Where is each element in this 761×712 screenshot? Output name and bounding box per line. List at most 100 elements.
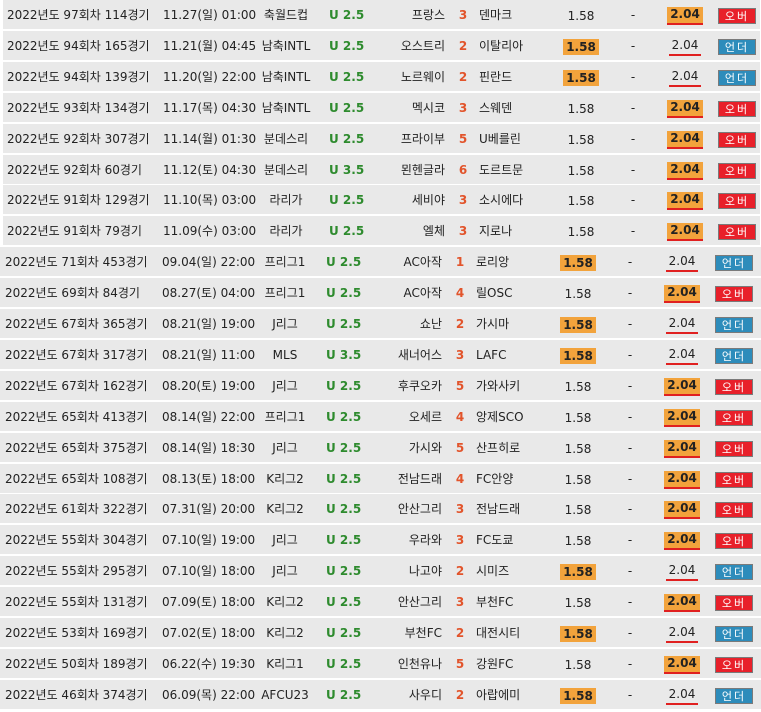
over-odds: 2.04 bbox=[664, 649, 700, 679]
table-row[interactable]: 2022년도 94회차 165경기 11.21(월) 04:45 남축INTL U 2… bbox=[3, 31, 760, 61]
table-row[interactable]: 2022년도 65회차 375경기 08.14(일) 18:30 J리그 U 2.5 가… bbox=[0, 433, 761, 463]
result-badge-over[interactable]: 오버 bbox=[715, 656, 753, 673]
table-row[interactable]: 2022년도 93회차 134경기 11.17(목) 04:30 남축INTL U 2… bbox=[3, 93, 760, 123]
round-label: 2022년도 92회차 307경기 bbox=[7, 132, 150, 146]
result-badge-over[interactable]: 오버 bbox=[715, 594, 753, 611]
table-row[interactable]: 2022년도 46회차 374경기 06.09(목) 22:00 AFCU23 U 2… bbox=[0, 680, 761, 710]
total-goals: 3 bbox=[455, 595, 465, 609]
home-team: 세비야 bbox=[411, 193, 445, 207]
under-odds-value: 1.58 bbox=[560, 316, 596, 333]
away-team: 덴마크 bbox=[479, 8, 513, 22]
result-cell: 오버 bbox=[712, 649, 756, 679]
table-row[interactable]: 2022년도 92회차 60경기 11.12(토) 04:30 분데스리 U 3.5 묀… bbox=[3, 155, 760, 185]
under-odds-value: 1.58 bbox=[567, 101, 595, 116]
result-badge-over[interactable]: 오버 bbox=[718, 162, 756, 179]
draw-odds-placeholder: - bbox=[630, 39, 636, 53]
result-badge-under[interactable]: 언더 bbox=[718, 38, 756, 55]
result-badge-over[interactable]: 오버 bbox=[718, 7, 756, 24]
away-team: 핀란드 bbox=[479, 70, 513, 84]
result-badge-under[interactable]: 언더 bbox=[715, 625, 753, 642]
result-badge-over[interactable]: 오버 bbox=[715, 501, 753, 518]
away-team: 도르트문 bbox=[479, 163, 524, 177]
under-odds: 1.58 bbox=[563, 155, 599, 185]
total-goals: 4 bbox=[455, 472, 465, 486]
home-team: 멕시코 bbox=[411, 101, 445, 115]
result-badge-over[interactable]: 오버 bbox=[718, 192, 756, 209]
under-odds: 1.58 bbox=[560, 649, 596, 679]
table-row[interactable]: 2022년도 67회차 162경기 08.20(토) 19:00 J리그 U 2.5 후… bbox=[0, 371, 761, 401]
over-under-line: U 2.5 bbox=[329, 101, 365, 115]
league-name: 분데스리 bbox=[263, 132, 309, 146]
away-team: 가시마 bbox=[476, 317, 510, 331]
over-odds: 2.04 bbox=[664, 494, 700, 524]
table-row[interactable]: 2022년도 91회차 79경기 11.09(수) 03:00 라리가 U 2.5 엘체… bbox=[3, 216, 760, 246]
over-odds: 2.04 bbox=[664, 278, 700, 308]
under-odds-value: 1.58 bbox=[567, 163, 595, 178]
league-name: 라리가 bbox=[269, 224, 303, 238]
result-badge-over[interactable]: 오버 bbox=[715, 532, 753, 549]
home-team: 전남드래 bbox=[397, 472, 442, 486]
table-row[interactable]: 2022년도 94회차 139경기 11.20(일) 22:00 남축INTL U 2… bbox=[3, 62, 760, 92]
result-badge-under[interactable]: 언더 bbox=[715, 316, 753, 333]
over-odds-value: 2.04 bbox=[665, 563, 699, 581]
table-row[interactable]: 2022년도 53회차 169경기 07.02(토) 18:00 K리그2 U 2.5… bbox=[0, 618, 761, 648]
table-row[interactable]: 2022년도 50회차 189경기 06.22(수) 19:30 K리그1 U 2.5… bbox=[0, 649, 761, 679]
over-odds-value: 2.04 bbox=[667, 161, 703, 180]
round-label: 2022년도 55회차 295경기 bbox=[5, 564, 148, 578]
table-row[interactable]: 2022년도 67회차 317경기 08.21(일) 11:00 MLS U 3.5 새… bbox=[0, 340, 761, 370]
under-odds: 1.58 bbox=[563, 31, 599, 61]
over-odds-value: 2.04 bbox=[664, 531, 700, 550]
under-odds: 1.58 bbox=[563, 62, 599, 92]
table-row[interactable]: 2022년도 92회차 307경기 11.14(월) 01:30 분데스리 U 2.5… bbox=[3, 124, 760, 154]
result-badge-over[interactable]: 오버 bbox=[715, 409, 753, 426]
result-badge-over[interactable]: 오버 bbox=[718, 131, 756, 148]
result-badge-over[interactable]: 오버 bbox=[718, 100, 756, 117]
under-odds-value: 1.58 bbox=[567, 132, 595, 147]
result-badge-over[interactable]: 오버 bbox=[715, 285, 753, 302]
result-badge-under[interactable]: 언더 bbox=[715, 254, 753, 271]
away-team: LAFC bbox=[476, 348, 507, 362]
under-odds-value: 1.58 bbox=[564, 533, 592, 548]
draw-odds-placeholder: - bbox=[627, 688, 633, 702]
result-badge-under[interactable]: 언더 bbox=[715, 347, 753, 364]
home-team: 후쿠오카 bbox=[397, 379, 442, 393]
result-badge-over[interactable]: 오버 bbox=[715, 471, 753, 488]
over-under-line: U 2.5 bbox=[326, 626, 362, 640]
league-name: J리그 bbox=[272, 317, 298, 331]
result-cell: 오버 bbox=[715, 185, 759, 215]
table-row[interactable]: 2022년도 61회차 322경기 07.31(일) 20:00 K리그2 U 2.5… bbox=[0, 494, 761, 524]
result-badge-over[interactable]: 오버 bbox=[715, 378, 753, 395]
table-row[interactable]: 2022년도 65회차 108경기 08.13(토) 18:00 K리그2 U 2.5… bbox=[0, 464, 761, 494]
draw-odds-placeholder: - bbox=[630, 101, 636, 115]
table-row[interactable]: 2022년도 91회차 129경기 11.10(목) 03:00 라리가 U 2.5 세… bbox=[3, 185, 760, 215]
table-row[interactable]: 2022년도 71회차 453경기 09.04(일) 22:00 프리그1 U 2.5… bbox=[0, 247, 761, 277]
table-row[interactable]: 2022년도 55회차 131경기 07.09(토) 18:00 K리그2 U 2.5… bbox=[0, 587, 761, 617]
result-cell: 오버 bbox=[715, 93, 759, 123]
under-odds-value: 1.58 bbox=[564, 657, 592, 672]
result-badge-over[interactable]: 오버 bbox=[715, 440, 753, 457]
home-team: 묀헨글라 bbox=[400, 163, 445, 177]
table-row[interactable]: 2022년도 97회차 114경기 11.27(일) 01:00 축월드컵 U 2.5… bbox=[3, 0, 760, 30]
table-row[interactable]: 2022년도 65회차 413경기 08.14(일) 22:00 프리그1 U 2.5… bbox=[0, 402, 761, 432]
result-badge-under[interactable]: 언더 bbox=[715, 563, 753, 580]
over-under-line: U 2.5 bbox=[326, 533, 362, 547]
league-name: 라리가 bbox=[269, 193, 303, 207]
draw-odds-placeholder: - bbox=[627, 317, 633, 331]
under-odds-value: 1.58 bbox=[564, 441, 592, 456]
round-label: 2022년도 71회차 453경기 bbox=[5, 255, 148, 269]
table-row[interactable]: 2022년도 67회차 365경기 08.21(일) 19:00 J리그 U 2.5 쇼… bbox=[0, 309, 761, 339]
home-team: 새너어스 bbox=[397, 348, 442, 362]
table-row[interactable]: 2022년도 69회차 84경기 08.27(토) 04:00 프리그1 U 2.5 A… bbox=[0, 278, 761, 308]
result-badge-over[interactable]: 오버 bbox=[718, 223, 756, 240]
total-goals: 3 bbox=[455, 533, 465, 547]
draw-odds-placeholder: - bbox=[630, 163, 636, 177]
total-goals: 3 bbox=[458, 224, 468, 238]
home-team: 안산그리 bbox=[397, 502, 442, 516]
draw-odds-placeholder: - bbox=[627, 379, 633, 393]
table-row[interactable]: 2022년도 55회차 295경기 07.10(일) 18:00 J리그 U 2.5 나… bbox=[0, 556, 761, 586]
league-name: 프리그1 bbox=[264, 255, 306, 269]
table-row[interactable]: 2022년도 55회차 304경기 07.10(일) 19:00 J리그 U 2.5 우… bbox=[0, 525, 761, 555]
result-badge-under[interactable]: 언더 bbox=[715, 687, 753, 704]
result-badge-under[interactable]: 언더 bbox=[718, 69, 756, 86]
round-label: 2022년도 61회차 322경기 bbox=[5, 502, 148, 516]
